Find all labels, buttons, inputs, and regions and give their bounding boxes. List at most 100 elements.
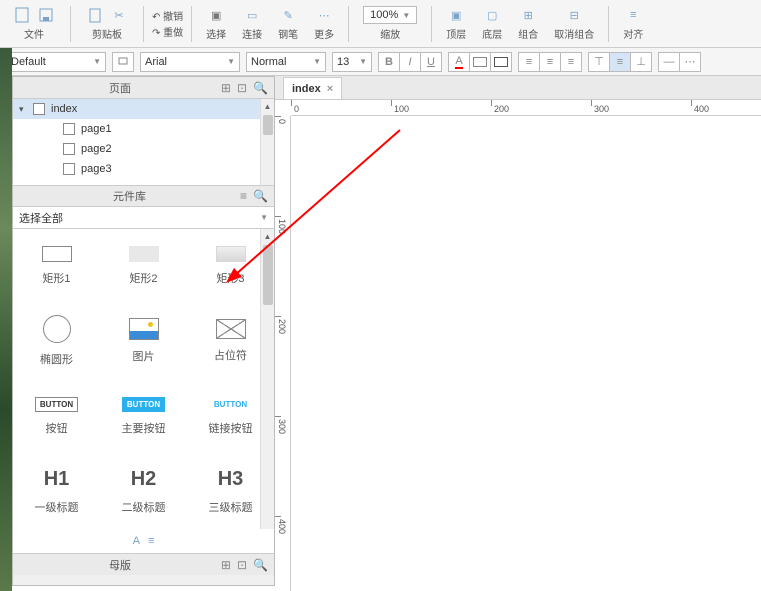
paste-icon[interactable] (85, 6, 105, 24)
left-panel: 页面 ⊞ ⊡ 🔍 ▾ index page1 page2 page3 ▲ 元件库 ≡… (12, 76, 275, 586)
valign-middle-button[interactable]: ≡ (609, 52, 631, 72)
lib-menu-icon[interactable]: ≡ (240, 189, 247, 203)
send-back-icon: ▢ (482, 6, 502, 24)
valign-bottom-button[interactable]: ⊥ (630, 52, 652, 72)
clipboard-group[interactable]: ✂ 剪贴板 (79, 4, 135, 43)
page-name: page3 (81, 163, 112, 175)
font-select[interactable]: Arial▼ (140, 52, 240, 72)
add-master-folder-icon[interactable]: ⊡ (237, 558, 247, 572)
group-tool[interactable]: ⊞ 组合 (512, 4, 544, 43)
widget-grid: 矩形1矩形2矩形3椭圆形图片占位符BUTTON按钮BUTTON主要按钮BUTTO… (13, 229, 274, 529)
widget-heading[interactable]: H1一级标题 (13, 454, 100, 528)
library-scrollbar[interactable]: ▲ (260, 229, 274, 529)
connect-icon: ▭ (242, 6, 262, 24)
style-preset-select[interactable]: Default▼ (6, 52, 106, 72)
widget-label: 矩形3 (216, 270, 244, 286)
add-page-icon[interactable]: ⊞ (221, 81, 231, 95)
divider (431, 6, 432, 42)
clipboard-label: 剪贴板 (92, 26, 122, 41)
add-master-icon[interactable]: ⊞ (221, 558, 231, 572)
masters-header: 母版 ⊞ ⊡ 🔍 (13, 553, 274, 575)
file-new-icon[interactable] (12, 6, 32, 24)
page-node-root[interactable]: ▾ index (13, 99, 274, 119)
align-icon: ≡ (623, 6, 643, 24)
border-width-button[interactable]: — (658, 52, 680, 72)
undo-button[interactable]: ↶ 撤销 (152, 8, 183, 23)
ruler-vertical: 0100200300400 (275, 116, 291, 591)
ruler-horizontal: 0100200300400 (291, 100, 761, 116)
list-widget-icon[interactable]: ≡ (148, 535, 154, 547)
widget-label: 按钮 (46, 420, 68, 436)
widget-button[interactable]: BUTTON按钮 (13, 379, 100, 453)
widget-label: 二级标题 (122, 499, 166, 515)
more-tool[interactable]: ⋯ 更多 (308, 4, 340, 43)
pen-icon: ✎ (278, 6, 298, 24)
redo-button[interactable]: ↷ 重做 (152, 24, 183, 39)
divider (70, 6, 71, 42)
zoom-select[interactable]: 100%▼ (363, 6, 417, 24)
canvas-tab[interactable]: index × (283, 77, 342, 99)
canvas-area: index × 0100200300400 0100200300400 (275, 76, 761, 591)
widget-circle[interactable]: 椭圆形 (13, 304, 100, 378)
text-color-button[interactable]: A (448, 52, 470, 72)
connect-tool[interactable]: ▭ 连接 (236, 4, 268, 43)
align-tool[interactable]: ≡ 对齐 (617, 4, 649, 43)
widget-label: 矩形1 (42, 270, 70, 286)
bring-front-icon: ▣ (446, 6, 466, 24)
pages-header: 页面 ⊞ ⊡ 🔍 (13, 77, 274, 99)
page-node-child[interactable]: page2 (13, 139, 274, 159)
lib-search-icon[interactable]: 🔍 (253, 189, 268, 203)
library-header: 元件库 ≡ 🔍 (13, 185, 274, 207)
fill-color-button[interactable] (469, 52, 491, 72)
widget-label: 占位符 (214, 347, 247, 363)
file-group[interactable]: 文件 (6, 4, 62, 43)
widget-label: 矩形2 (129, 270, 157, 286)
valign-top-button[interactable]: ⊤ (588, 52, 610, 72)
widget-label: 链接按钮 (209, 420, 253, 436)
page-node-child[interactable]: page3 (13, 159, 274, 179)
align-right-button[interactable]: ≡ (560, 52, 582, 72)
widget-button-primary[interactable]: BUTTON主要按钮 (100, 379, 187, 453)
format-painter-button[interactable] (112, 52, 134, 72)
master-search-icon[interactable]: 🔍 (253, 558, 268, 572)
page-tree: ▾ index page1 page2 page3 ▲ (13, 99, 274, 185)
divider (191, 6, 192, 42)
widget-label: 椭圆形 (40, 351, 73, 367)
undo-redo-group: ↶ 撤销 ↷ 重做 (152, 8, 183, 39)
library-extra: A ≡ (13, 529, 274, 553)
ungroup-tool[interactable]: ⊟ 取消组合 (548, 4, 600, 43)
library-select[interactable]: 选择全部 ▼ (13, 207, 274, 229)
select-tool[interactable]: ▣ 选择 (200, 4, 232, 43)
canvas[interactable] (291, 116, 761, 591)
page-node-child[interactable]: page1 (13, 119, 274, 139)
border-color-button[interactable] (490, 52, 512, 72)
underline-button[interactable]: U (420, 52, 442, 72)
weight-select[interactable]: Normal▼ (246, 52, 326, 72)
widget-rect[interactable]: 矩形1 (13, 229, 100, 303)
size-select[interactable]: 13▼ (332, 52, 372, 72)
file-save-icon[interactable] (36, 6, 56, 24)
bottom-tool[interactable]: ▢ 底层 (476, 4, 508, 43)
select-icon: ▣ (206, 6, 226, 24)
widget-rect-grey[interactable]: 矩形2 (100, 229, 187, 303)
doc-icon (33, 103, 45, 115)
divider (348, 6, 349, 42)
bold-button[interactable]: B (378, 52, 400, 72)
border-style-button[interactable]: ⋯ (679, 52, 701, 72)
bg-decoration (0, 48, 12, 591)
align-left-button[interactable]: ≡ (518, 52, 540, 72)
search-icon[interactable]: 🔍 (253, 81, 268, 95)
file-label: 文件 (24, 26, 44, 41)
widget-image[interactable]: 图片 (100, 304, 187, 378)
page-name: page2 (81, 143, 112, 155)
pen-tool[interactable]: ✎ 钢笔 (272, 4, 304, 43)
pages-scrollbar[interactable]: ▲ (260, 99, 274, 185)
add-folder-icon[interactable]: ⊡ (237, 81, 247, 95)
align-center-button[interactable]: ≡ (539, 52, 561, 72)
text-widget-icon[interactable]: A (133, 535, 140, 547)
cut-icon[interactable]: ✂ (109, 6, 129, 24)
widget-heading[interactable]: H2二级标题 (100, 454, 187, 528)
close-tab-icon[interactable]: × (327, 83, 333, 95)
italic-button[interactable]: I (399, 52, 421, 72)
top-tool[interactable]: ▣ 顶层 (440, 4, 472, 43)
